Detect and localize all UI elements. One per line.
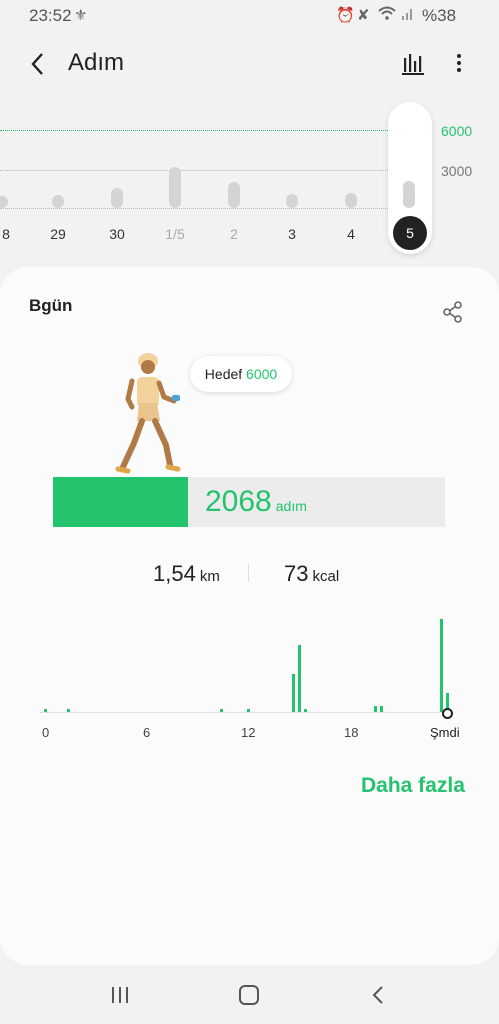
mute-icon: ✘ bbox=[357, 7, 370, 24]
day-label[interactable]: 3 bbox=[272, 226, 312, 242]
signal-icon bbox=[401, 6, 415, 24]
day-label[interactable]: 30 bbox=[97, 226, 137, 242]
baseline bbox=[0, 208, 390, 209]
page-title: Adım bbox=[68, 49, 125, 76]
day-label[interactable]: 4 bbox=[331, 226, 371, 242]
day-bar[interactable] bbox=[111, 188, 123, 208]
hour-bar bbox=[247, 709, 250, 712]
day-bar[interactable] bbox=[228, 182, 240, 208]
hour-bar bbox=[298, 645, 301, 712]
more-link[interactable]: Daha fazla bbox=[361, 774, 465, 798]
hour-bar bbox=[67, 709, 70, 712]
hour-bar bbox=[220, 709, 223, 712]
day-bar[interactable] bbox=[286, 194, 298, 208]
hour-tick-now: Şmdi bbox=[430, 725, 460, 740]
hour-tick: 6 bbox=[143, 725, 151, 740]
hour-tick: 18 bbox=[344, 725, 359, 740]
steps-count: 2068 adım bbox=[205, 485, 307, 519]
status-bar: 23:52 ⚜ ⏰ ✘ %38 bbox=[0, 0, 499, 30]
status-time: 23:52 bbox=[29, 6, 72, 25]
back-nav-icon[interactable] bbox=[364, 980, 394, 1010]
today-card: Bgün Hedef 6000 2068 adım 1,54 km 73 kca… bbox=[0, 267, 499, 965]
day-bar-selected[interactable] bbox=[403, 181, 415, 208]
gridline-3000 bbox=[0, 170, 430, 171]
today-label: Bgün bbox=[29, 296, 73, 315]
distance-value: 1,54 bbox=[153, 561, 196, 586]
distance-unit: km bbox=[199, 568, 220, 585]
back-icon[interactable] bbox=[26, 50, 52, 78]
walking-person-illustration bbox=[110, 351, 190, 479]
battery-level: %38 bbox=[422, 6, 457, 25]
app-bar: Adım bbox=[0, 36, 499, 92]
steps-value: 2068 bbox=[205, 485, 272, 518]
day-bar[interactable] bbox=[0, 196, 8, 208]
hour-bar bbox=[304, 709, 307, 712]
hourly-chart bbox=[40, 607, 460, 719]
more-icon[interactable] bbox=[448, 48, 470, 78]
wifi-icon bbox=[378, 6, 396, 24]
recent-apps-icon[interactable] bbox=[105, 980, 135, 1010]
goal-value: 6000 bbox=[246, 366, 278, 382]
home-icon[interactable] bbox=[234, 980, 264, 1010]
day-bar[interactable] bbox=[345, 193, 357, 208]
current-time-marker bbox=[442, 708, 453, 719]
hour-bar bbox=[292, 674, 295, 712]
steps-progress-fill bbox=[53, 477, 189, 527]
hour-tick: 12 bbox=[241, 725, 256, 740]
navigation-bar bbox=[0, 966, 499, 1024]
share-icon[interactable] bbox=[442, 300, 464, 324]
metrics-row: 1,54 km 73 kcal bbox=[0, 561, 499, 591]
hour-bar bbox=[380, 706, 383, 712]
calories-value: 73 bbox=[284, 561, 309, 586]
weekly-chart[interactable]: 6000 3000 8 29 30 1/5 2 3 4 5 bbox=[0, 100, 499, 260]
hourly-baseline bbox=[40, 712, 446, 713]
goal-label: Hedef bbox=[204, 366, 243, 382]
goal-line bbox=[0, 130, 430, 131]
calories: 73 kcal bbox=[284, 561, 339, 587]
alarm-icon: ⏰ bbox=[336, 7, 355, 24]
hour-bar bbox=[44, 709, 47, 712]
y-tick-mid: 3000 bbox=[441, 163, 473, 179]
day-label[interactable]: 29 bbox=[38, 226, 78, 242]
metrics-divider bbox=[248, 564, 249, 582]
calories-unit: kcal bbox=[312, 568, 340, 585]
hour-bar bbox=[374, 706, 377, 712]
hour-bar bbox=[440, 619, 443, 712]
y-tick-goal: 6000 bbox=[441, 123, 473, 139]
day-label[interactable]: 8 bbox=[0, 226, 26, 242]
selected-day-label[interactable]: 5 bbox=[393, 216, 427, 250]
steps-unit: adım bbox=[275, 498, 307, 514]
distance: 1,54 km bbox=[153, 561, 220, 587]
hour-tick: 0 bbox=[42, 725, 50, 740]
day-label[interactable]: 2 bbox=[214, 226, 254, 242]
day-bar[interactable] bbox=[169, 167, 181, 208]
notification-icon: ⚜ bbox=[74, 7, 88, 24]
day-bar[interactable] bbox=[52, 195, 64, 208]
goal-bubble: Hedef 6000 bbox=[190, 356, 292, 392]
day-label[interactable]: 1/5 bbox=[155, 226, 195, 242]
bar-chart-icon[interactable] bbox=[398, 48, 428, 78]
